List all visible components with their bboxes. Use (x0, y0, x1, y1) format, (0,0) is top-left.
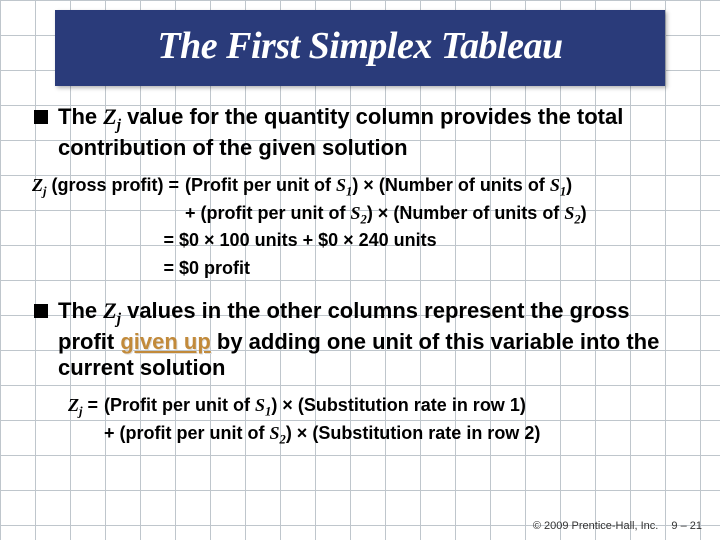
eq-rhs: (Profit per unit of S1) × (Substitution … (98, 393, 526, 421)
bullet-square-icon (34, 304, 48, 318)
eq-rhs: + (profit per unit of S2) × (Number of u… (179, 201, 587, 229)
s: S (270, 423, 280, 443)
eq-row: Zj = (Profit per unit of S1) × (Substitu… (68, 393, 692, 421)
zj-symbol: Zj (103, 104, 121, 129)
t: ) × (Substitution rate in row 1) (271, 395, 526, 415)
copyright-text: © 2009 Prentice-Hall, Inc. (533, 520, 659, 532)
s: S (336, 175, 346, 195)
page-number: 9 – 21 (671, 520, 702, 532)
t: (Profit per unit of (104, 395, 255, 415)
equation-block-2: Zj = (Profit per unit of S1) × (Substitu… (68, 393, 692, 448)
slide-title: The First Simplex Tableau (55, 10, 665, 86)
eq-rhs: + (profit per unit of S2) × (Substitutio… (98, 421, 540, 449)
eq-row: Zj = + (profit per unit of S2) × (Substi… (68, 421, 692, 449)
eq-row: Zj (gross profit) = + (profit per unit o… (32, 201, 692, 229)
bullet-square-icon (34, 110, 48, 124)
t: ) × (Number of units of (352, 175, 550, 195)
z: Z (68, 395, 79, 415)
z: Z (32, 175, 43, 195)
eq-rhs: (Profit per unit of S1) × (Number of uni… (179, 173, 572, 201)
t: (Profit per unit of (185, 175, 336, 195)
s: S (550, 175, 560, 195)
t: ) × (Number of units of (367, 203, 565, 223)
eq-row: Zj (gross profit) = (Profit per unit of … (32, 173, 692, 201)
eq-rhs: = $0 × 100 units + $0 × 240 units (164, 228, 437, 256)
s: S (351, 203, 361, 223)
eq-rhs: = $0 profit (164, 256, 251, 284)
eq-lhs: Zj (gross profit) = (32, 173, 179, 201)
eq-row: Zj (gross profit) = $0 × 100 units + $0 … (32, 228, 692, 256)
eq-lhs: Zj = (68, 393, 98, 421)
t: The (58, 104, 103, 129)
t: The (58, 298, 103, 323)
bullet-2: The Zj values in the other columns repre… (34, 298, 682, 382)
given-up-emphasis: given up (120, 329, 210, 354)
t: ) × (Substitution rate in row 2) (286, 423, 541, 443)
z: Z (103, 298, 116, 323)
t: ) (581, 203, 587, 223)
s: S (564, 203, 574, 223)
t: ) (566, 175, 572, 195)
t: + (profit per unit of (185, 203, 350, 223)
zj-symbol: Zj (103, 298, 121, 323)
bullet-2-text: The Zj values in the other columns repre… (58, 298, 682, 382)
t: value for the quantity column provides t… (58, 104, 623, 160)
eq-row: Zj (gross profit) = $0 profit (32, 256, 692, 284)
equation-block-1: Zj (gross profit) = (Profit per unit of … (32, 173, 692, 283)
t: + (profit per unit of (104, 423, 269, 443)
t: (gross profit) = (47, 175, 180, 195)
footer: © 2009 Prentice-Hall, Inc. 9 – 21 (533, 520, 702, 532)
bullet-1: The Zj value for the quantity column pro… (34, 104, 682, 161)
t: = (83, 395, 99, 415)
z: Z (103, 104, 116, 129)
slide-content: The First Simplex Tableau The Zj value f… (0, 0, 720, 540)
s: S (255, 395, 265, 415)
bullet-1-text: The Zj value for the quantity column pro… (58, 104, 682, 161)
